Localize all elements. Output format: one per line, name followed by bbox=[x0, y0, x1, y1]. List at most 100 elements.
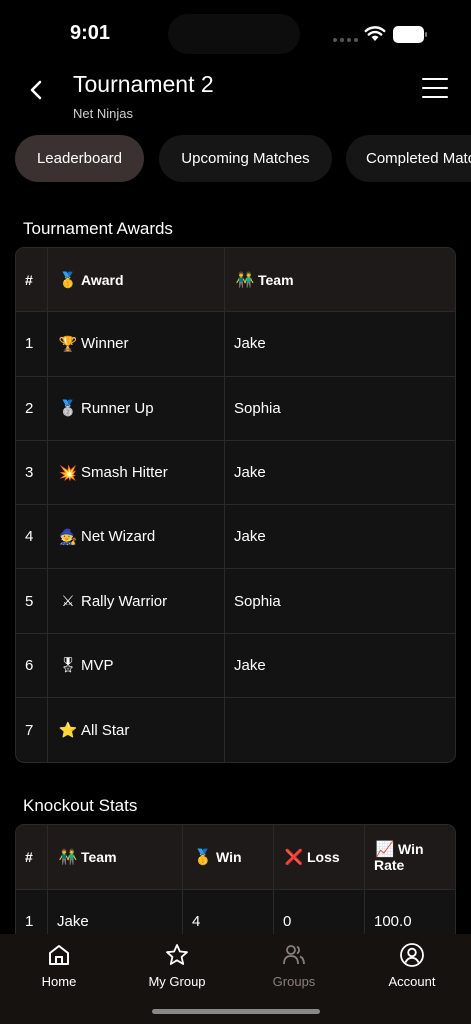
team-cell: Sophia bbox=[234, 592, 281, 610]
menu-line bbox=[422, 87, 448, 89]
trophy-icon: 🏆 bbox=[58, 334, 78, 353]
battery-icon bbox=[393, 26, 427, 43]
awards-section-title: Tournament Awards bbox=[23, 219, 173, 238]
award-name: MVP bbox=[81, 656, 114, 674]
row-num: 1 bbox=[16, 312, 48, 376]
award-cell: 💥 Smash Hitter bbox=[48, 440, 225, 505]
header-num: # bbox=[16, 825, 48, 889]
award-name: Winner bbox=[81, 335, 129, 353]
row-num: 2 bbox=[16, 376, 48, 440]
row-num: 6 bbox=[16, 633, 48, 698]
header-team-label: Team bbox=[258, 271, 294, 288]
tab-completed-matches[interactable]: Completed Matches bbox=[346, 135, 471, 182]
header-loss: ❌ Loss bbox=[274, 825, 365, 889]
star-icon: ⭐ bbox=[58, 721, 78, 740]
nav-home-label: Home bbox=[41, 974, 77, 989]
dynamic-island bbox=[168, 14, 300, 54]
nav-groups-label: Groups bbox=[272, 974, 316, 989]
header-team-label: Team bbox=[81, 848, 117, 865]
star-icon bbox=[166, 944, 188, 965]
nav-home[interactable]: Home bbox=[0, 942, 118, 989]
page-title: Tournament 2 bbox=[73, 71, 214, 97]
nav-my-group-label: My Group bbox=[148, 974, 206, 989]
table-row: 3 💥 Smash Hitter Jake bbox=[16, 440, 455, 506]
nav-account[interactable]: Account bbox=[353, 942, 471, 989]
crossed-swords-icon: ⚔ bbox=[61, 592, 75, 611]
award-cell: 🎖 MVP bbox=[48, 633, 225, 698]
medal-icon: 🥇 bbox=[193, 847, 213, 866]
award-cell: 🏆 Winner bbox=[48, 312, 225, 376]
header-win-rate-line1: Win bbox=[398, 840, 424, 857]
nav-my-group[interactable]: My Group bbox=[118, 942, 236, 989]
award-name: Rally Warrior bbox=[81, 592, 168, 610]
table-row: 2 🥈 Runner Up Sophia bbox=[16, 376, 455, 441]
table-row: 1 🏆 Winner Jake bbox=[16, 312, 455, 377]
table-row: 4 🧙 Net Wizard Jake bbox=[16, 505, 455, 570]
award-name: Net Wizard bbox=[81, 528, 156, 546]
account-icon bbox=[400, 943, 424, 967]
award-name: Runner Up bbox=[81, 399, 154, 417]
awards-header-row: # 🥇 Award 👬 Team bbox=[16, 248, 455, 313]
header-win-rate-line2: Rate bbox=[374, 856, 405, 873]
team-icon: 👬 bbox=[58, 847, 78, 866]
signal-icon bbox=[333, 38, 358, 42]
team-cell bbox=[225, 698, 455, 762]
status-bar: 9:01 bbox=[0, 0, 471, 64]
row-num: 5 bbox=[16, 569, 48, 633]
explosion-icon: 💥 bbox=[58, 463, 78, 482]
nav-groups[interactable]: Groups bbox=[235, 942, 353, 989]
header-win-label: Win bbox=[216, 848, 242, 865]
team-cell: Sophia bbox=[234, 399, 281, 417]
header-award: 🥇 Award bbox=[48, 248, 225, 312]
tab-upcoming-matches[interactable]: Upcoming Matches bbox=[159, 135, 332, 182]
award-name: Smash Hitter bbox=[81, 464, 168, 482]
nav-account-label: Account bbox=[388, 974, 436, 989]
awards-table: # 🥇 Award 👬 Team 1 🏆 Winner Jake 2 🥈 Runne… bbox=[15, 247, 456, 764]
award-cell: ⭐ All Star bbox=[48, 698, 225, 763]
header-num: # bbox=[16, 248, 48, 312]
row-num: 7 bbox=[16, 698, 48, 763]
award-cell: 🧙 Net Wizard bbox=[48, 505, 225, 569]
cross-mark-icon: ❌ bbox=[284, 847, 304, 866]
row-num: 3 bbox=[16, 440, 48, 505]
wifi-icon bbox=[364, 26, 386, 41]
groups-icon bbox=[283, 945, 305, 965]
tab-bar: Leaderboard Upcoming Matches Completed M… bbox=[15, 135, 471, 182]
team-cell: Jake bbox=[234, 464, 266, 482]
menu-line bbox=[422, 96, 448, 98]
header-loss-label: Loss bbox=[307, 848, 340, 865]
header-win-rate: 📈 Win Rate bbox=[365, 825, 455, 889]
table-row: 7 ⭐ All Star bbox=[16, 698, 455, 763]
knockout-table: # 👬 Team 🥇 Win ❌ Loss 📈 Win Rate 1 Jake 4… bbox=[15, 824, 456, 944]
page-subtitle: Net Ninjas bbox=[73, 106, 133, 121]
award-name: All Star bbox=[81, 721, 130, 739]
team-icon: 👬 bbox=[235, 270, 255, 289]
menu-line bbox=[422, 78, 448, 80]
table-row: 6 🎖 MVP Jake bbox=[16, 633, 455, 699]
header-award-label: Award bbox=[81, 271, 124, 288]
hamburger-menu-button[interactable] bbox=[422, 78, 448, 102]
home-icon bbox=[49, 945, 69, 965]
back-button[interactable] bbox=[22, 76, 50, 104]
wizard-icon: 🧙 bbox=[58, 527, 78, 546]
award-cell: 🥈 Runner Up bbox=[48, 376, 225, 440]
status-time: 9:01 bbox=[70, 22, 111, 44]
knockout-section-title: Knockout Stats bbox=[23, 796, 138, 815]
tab-leaderboard[interactable]: Leaderboard bbox=[15, 135, 144, 182]
table-row: 5 ⚔ Rally Warrior Sophia bbox=[16, 569, 455, 634]
medal-icon: 🥇 bbox=[58, 270, 78, 289]
silver-medal-icon: 🥈 bbox=[58, 399, 78, 418]
home-indicator bbox=[152, 1009, 320, 1014]
team-cell: Jake bbox=[234, 656, 266, 674]
knockout-header-row: # 👬 Team 🥇 Win ❌ Loss 📈 Win Rate bbox=[16, 825, 455, 890]
header-win: 🥇 Win bbox=[183, 825, 274, 889]
header-team: 👬 Team bbox=[48, 825, 183, 889]
team-cell: Jake bbox=[234, 335, 266, 353]
row-num: 4 bbox=[16, 505, 48, 569]
header-team: 👬 Team bbox=[225, 248, 455, 311]
military-medal-icon: 🎖 bbox=[58, 656, 78, 675]
team-cell: Jake bbox=[234, 528, 266, 546]
header-win-rate-text: 📈 Win Rate bbox=[374, 841, 424, 873]
chart-increasing-icon: 📈 bbox=[375, 839, 395, 858]
award-cell: ⚔ Rally Warrior bbox=[48, 569, 225, 633]
